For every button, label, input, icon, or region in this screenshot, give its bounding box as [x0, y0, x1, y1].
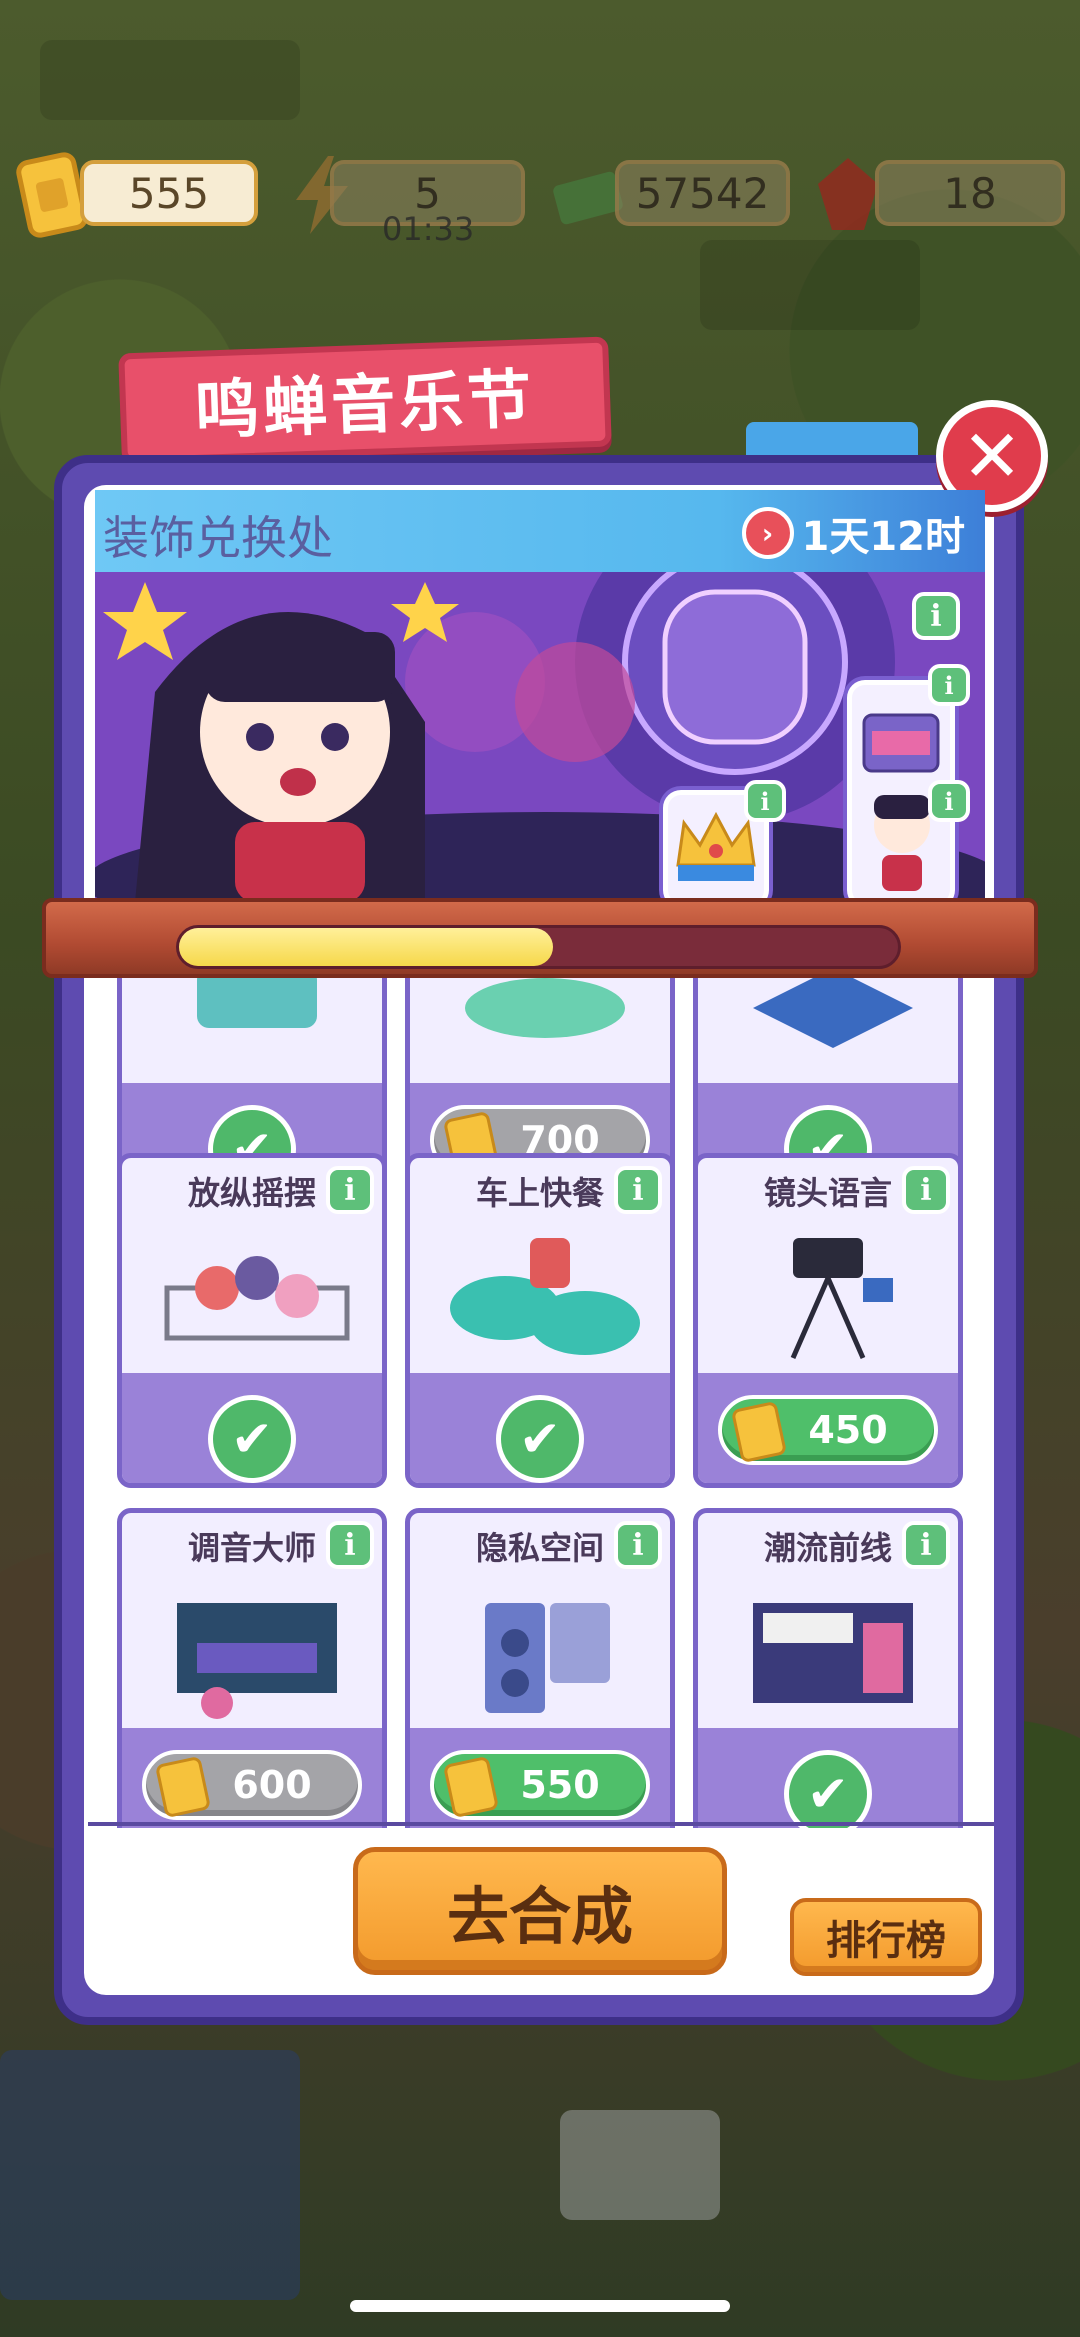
decoration-image — [450, 1238, 640, 1355]
decoration-grid: ✔ 700 ✔ 放纵摇摆 i ✔ 车上快餐 i ✔ 镜头语言 i 450 调音大师 i 600 隐私空间 i 55… — [95, 978, 985, 1828]
price-value: 600 — [232, 1763, 312, 1807]
decoration-info-button[interactable]: i — [614, 1166, 662, 1214]
decoration-info-button[interactable]: i — [614, 1521, 662, 1569]
ticket-icon — [730, 1400, 788, 1464]
event-title-banner: 鸣蝉音乐节 — [118, 336, 612, 464]
decoration-card[interactable]: 镜头语言 i 450 — [693, 1153, 963, 1488]
decoration-info-button[interactable]: i — [902, 1521, 950, 1569]
decoration-card[interactable]: 隐私空间 i 550 — [405, 1508, 675, 1828]
event-title: 鸣蝉音乐节 — [194, 363, 537, 449]
owned-check-icon: ✔ — [784, 1750, 872, 1828]
card-footer: ✔ — [698, 1728, 958, 1828]
card-footer: 600 — [122, 1728, 382, 1828]
clock-icon: › — [741, 507, 794, 559]
event-progress-fill — [179, 928, 553, 966]
ticket-icon — [154, 1755, 212, 1819]
decoration-card[interactable]: 潮流前线 i ✔ — [693, 1508, 963, 1828]
bg-decor — [0, 2050, 300, 2300]
decoration-image — [164, 1256, 350, 1341]
decoration-image — [465, 978, 625, 1038]
decoration-image — [790, 1238, 893, 1360]
event-time-left: 1天12时 — [801, 514, 966, 560]
bg-decor — [40, 40, 300, 120]
decoration-image — [753, 1603, 913, 1703]
reward-stack-info-button-1[interactable]: i — [928, 664, 970, 706]
decoration-card[interactable]: 调音大师 i 600 — [117, 1508, 387, 1828]
bg-decor — [700, 240, 920, 330]
hero-section-title: 装饰兑换处 — [103, 511, 333, 565]
card-footer: 550 — [410, 1728, 670, 1828]
owned-check-icon: ✔ — [496, 1395, 584, 1483]
ticket-counter[interactable]: 555 — [80, 160, 258, 226]
reward-crown-info-button[interactable]: i — [744, 780, 786, 822]
cash-counter[interactable]: 57542 — [615, 160, 790, 226]
gem-counter[interactable]: 18 — [875, 160, 1065, 226]
price-button[interactable]: 450 — [718, 1395, 938, 1465]
bg-decor — [560, 2110, 720, 2220]
leaderboard-button[interactable]: 排行榜 — [790, 1898, 982, 1976]
event-progress-bar — [176, 925, 901, 969]
merge-button[interactable]: 去合成 — [353, 1847, 727, 1975]
decoration-card[interactable]: 车上快餐 i ✔ — [405, 1153, 675, 1488]
event-countdown: › 1天12时 — [741, 504, 966, 562]
decoration-info-button[interactable]: i — [326, 1521, 374, 1569]
card-footer: ✔ — [410, 1373, 670, 1483]
energy-timer: 01:33 — [382, 210, 475, 248]
price-value: 450 — [808, 1408, 888, 1452]
price-button[interactable]: 600 — [142, 1750, 362, 1820]
decoration-image — [485, 1603, 610, 1713]
decoration-card[interactable]: 放纵摇摆 i ✔ — [117, 1153, 387, 1488]
reward-stack-info-button-2[interactable]: i — [928, 780, 970, 822]
decoration-image — [753, 978, 913, 1048]
owned-check-icon: ✔ — [208, 1395, 296, 1483]
decoration-image — [177, 1603, 337, 1719]
hero-info-button[interactable]: i — [912, 592, 960, 640]
decoration-info-button[interactable]: i — [902, 1166, 950, 1214]
price-value: 550 — [520, 1763, 600, 1807]
ticket-icon — [442, 1755, 500, 1819]
price-button[interactable]: 550 — [430, 1750, 650, 1820]
decoration-info-button[interactable]: i — [326, 1166, 374, 1214]
card-footer: 450 — [698, 1373, 958, 1483]
card-footer: ✔ — [122, 1373, 382, 1483]
decoration-image — [197, 978, 317, 1028]
grid-divider — [88, 1822, 994, 1826]
home-indicator — [350, 2300, 730, 2312]
